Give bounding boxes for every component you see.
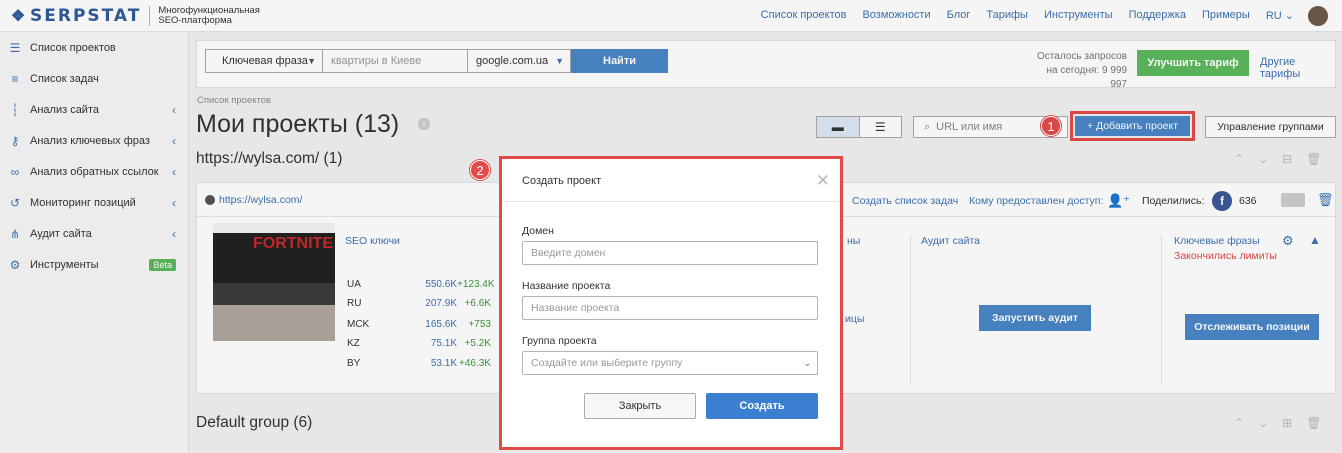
domain-field[interactable]: Введите домен [522,241,818,265]
close-icon[interactable]: ✕ [816,171,830,191]
modal-divider [502,201,840,202]
modal-title: Создать проект [522,175,602,187]
project-name-label: Название проекта [522,280,611,292]
create-project-modal: Создать проект ✕ Домен Введите домен Наз… [499,156,843,450]
create-button[interactable]: Создать [706,393,818,419]
project-name-field[interactable]: Название проекта [522,296,818,320]
project-group-placeholder: Создайте или выберите группу [531,357,683,369]
chevron-down-icon: ⌄ [803,357,811,368]
domain-label: Домен [522,225,554,237]
cancel-button[interactable]: Закрыть [584,393,696,419]
modal-body: Создать проект ✕ Домен Введите домен Наз… [502,159,840,447]
project-group-select[interactable]: Создайте или выберите группу ⌄ [522,351,818,375]
project-group-label: Группа проекта [522,335,597,347]
step-badge-2: 2 [470,160,490,180]
